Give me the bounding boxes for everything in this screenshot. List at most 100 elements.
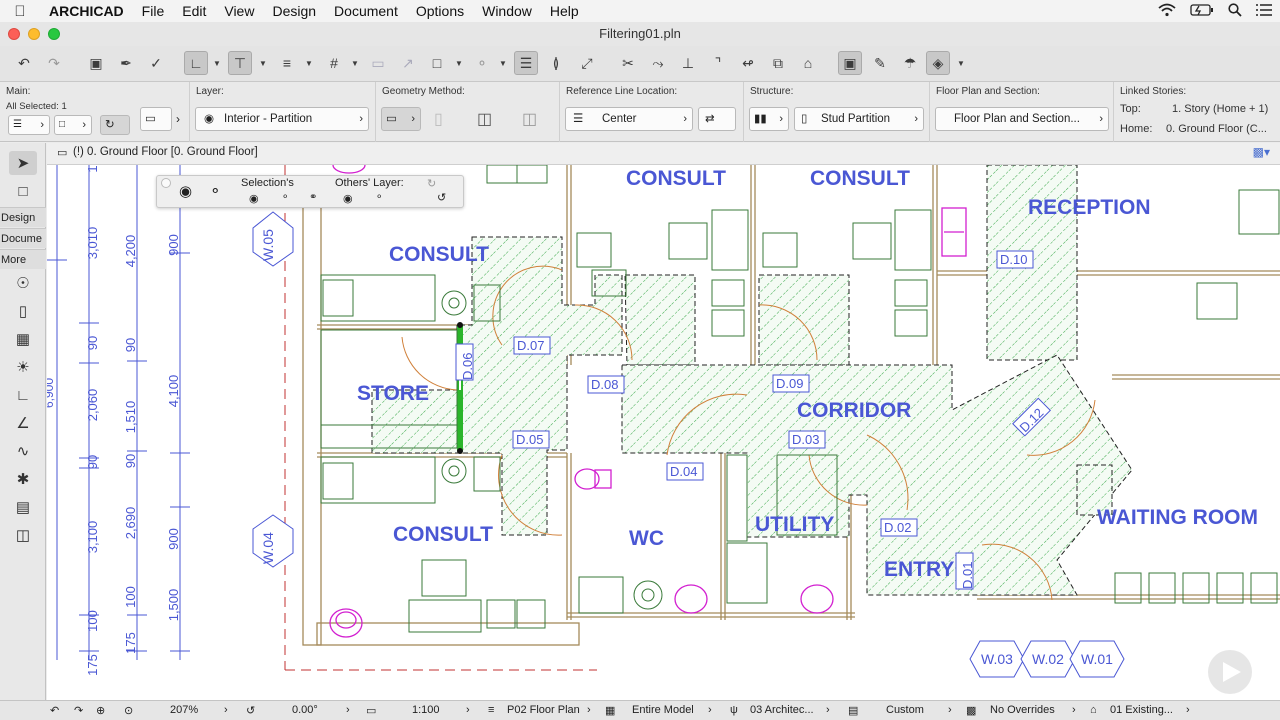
wifi-icon[interactable] xyxy=(1158,3,1176,20)
chevron-right-icon[interactable]: › xyxy=(1186,704,1190,716)
toolbox-group-document[interactable]: Docume xyxy=(0,228,46,248)
guide-lines-icon[interactable]: ∟ xyxy=(184,51,208,75)
view-switcher-icon[interactable]: ▩▾ xyxy=(1253,145,1270,159)
guide-lines-dropdown-icon[interactable]: ▼ xyxy=(212,51,222,75)
chevron-right-icon[interactable]: › xyxy=(948,704,952,716)
chevron-right-icon[interactable]: › xyxy=(708,704,712,716)
window-label-w05[interactable]: W.05 xyxy=(260,229,276,261)
zoom-in-icon[interactable]: ⊕ xyxy=(96,704,105,717)
structure-type-button[interactable]: ▮▮ › xyxy=(749,107,789,131)
gravity-dropdown-icon[interactable]: ▼ xyxy=(304,51,314,75)
pen-set[interactable]: 03 Architec... xyxy=(750,704,814,716)
close-window-button[interactable] xyxy=(8,28,20,40)
door-tag-d08[interactable]: D.08 xyxy=(591,377,618,392)
geometry-box-icon[interactable]: ◫ xyxy=(477,109,492,129)
trace-reference-icon[interactable]: ☰ xyxy=(514,51,538,75)
grid-snap-dropdown-icon[interactable]: ▼ xyxy=(350,51,360,75)
find-select-icon[interactable]: ▣ xyxy=(84,51,108,75)
chevron-right-icon[interactable]: › xyxy=(587,704,591,716)
spotlight-search-icon[interactable] xyxy=(1228,2,1242,20)
scale-value[interactable]: 1:100 xyxy=(412,704,440,716)
door-tag-d03[interactable]: D.03 xyxy=(792,432,819,447)
marquee-tool-icon[interactable]: □ xyxy=(9,179,37,203)
tab-ground-floor[interactable]: (!) 0. Ground Floor [0. Ground Floor] xyxy=(73,146,258,158)
selection-unlock-icon[interactable]: ⚭ xyxy=(309,192,317,203)
selection-lock-icon[interactable]: ⚬ xyxy=(281,192,289,203)
others-lock-icon[interactable]: ⚬ xyxy=(375,192,383,203)
top-story-value[interactable]: 1. Story (Home + 1) xyxy=(1172,103,1268,115)
redo-view-icon[interactable]: ↷ xyxy=(74,704,83,717)
arrow-tool-icon[interactable]: ➤ xyxy=(9,151,37,175)
floor-plan-drawing[interactable]: CONSULT CONSULT CONSULT CONSULT RECEPTION STO… xyxy=(47,165,1280,700)
structure-select[interactable]: ▯ Stud Partition › xyxy=(794,107,924,131)
zoom-window-button[interactable] xyxy=(48,28,60,40)
window-label-w02[interactable]: W.02 xyxy=(1032,651,1064,667)
fpsection-button[interactable]: Floor Plan and Section... › xyxy=(935,107,1109,131)
split-icon[interactable]: ✂ xyxy=(616,51,640,75)
lock-filter-icon[interactable]: ⚬ xyxy=(209,182,222,200)
door-tag-d01[interactable]: D.01 xyxy=(960,562,975,589)
chevron-right-icon[interactable]: › xyxy=(224,704,228,716)
others-hide-icon[interactable]: ◉ xyxy=(343,192,353,205)
menu-options[interactable]: Options xyxy=(407,3,473,19)
hotspot-tool-icon[interactable]: ☉ xyxy=(9,271,37,295)
angle-value[interactable]: 0.00° xyxy=(292,704,318,716)
adjust-icon[interactable]: ⤳ xyxy=(646,51,670,75)
layer-combination[interactable]: P02 Floor Plan xyxy=(507,704,580,716)
undo-view-icon[interactable]: ↶ xyxy=(50,704,59,717)
offset-icon[interactable]: ↫ xyxy=(736,51,760,75)
main-more-chevron-icon[interactable]: › xyxy=(176,112,180,126)
intersect-icon[interactable]: ⊥ xyxy=(676,51,700,75)
hotspot-star-tool-icon[interactable]: ✱ xyxy=(9,467,37,491)
dimension-tool-icon[interactable]: ∟ xyxy=(9,383,37,407)
home-story-value[interactable]: 0. Ground Floor (C... xyxy=(1166,123,1267,135)
teamwork-dropdown-icon[interactable]: ▼ xyxy=(956,51,966,75)
menu-design[interactable]: Design xyxy=(263,3,325,19)
window-label-w01[interactable]: W.01 xyxy=(1081,651,1113,667)
construction-grid-icon[interactable]: ▭ xyxy=(366,51,390,75)
suspend-groups-dropdown-icon[interactable]: ▼ xyxy=(454,51,464,75)
grid-snap-icon[interactable]: # xyxy=(322,51,346,75)
cursor-snap-icon[interactable]: ↗ xyxy=(396,51,420,75)
menu-app[interactable]: ARCHICAD xyxy=(40,3,133,19)
spline-tool-icon[interactable]: ∿ xyxy=(9,439,37,463)
apple-menu-icon[interactable]:  xyxy=(0,3,40,20)
pen-icon[interactable]: ✎ xyxy=(868,51,892,75)
chevron-right-icon[interactable]: › xyxy=(466,704,470,716)
lock-dropdown-icon[interactable]: ▼ xyxy=(498,51,508,75)
zoom-value[interactable]: 207% xyxy=(170,704,198,716)
battery-icon[interactable] xyxy=(1190,3,1214,19)
door-tag-d07[interactable]: D.07 xyxy=(517,338,544,353)
syringe-icon[interactable]: ✓ xyxy=(144,51,168,75)
gravity-icon[interactable]: ≡ xyxy=(275,51,299,75)
image-tool-icon[interactable]: ▤ xyxy=(9,495,37,519)
figure-tool-icon[interactable]: ▯ xyxy=(9,299,37,323)
eye-filter-icon[interactable]: ◉ xyxy=(179,182,192,200)
explode-icon[interactable]: ⧉ xyxy=(766,51,790,75)
measure-icon[interactable]: ≬ xyxy=(544,51,568,75)
geometry-straight-button[interactable]: ▭ › xyxy=(381,107,421,131)
door-tag-d05[interactable]: D.05 xyxy=(516,432,543,447)
window-label-w04[interactable]: W.04 xyxy=(260,532,276,564)
menu-edit[interactable]: Edit xyxy=(173,3,215,19)
geometry-trapezoid-icon[interactable]: ▯ xyxy=(434,109,443,129)
suspend-groups-icon[interactable]: □ xyxy=(425,51,449,75)
chevron-right-icon[interactable]: › xyxy=(826,704,830,716)
wall-shape-icon[interactable]: ▭ xyxy=(140,107,172,131)
render-icon[interactable]: ☂ xyxy=(898,51,922,75)
dimension-standard[interactable]: Custom xyxy=(886,704,924,716)
camera-tool-icon[interactable]: ◫ xyxy=(9,523,37,547)
model-view-option[interactable]: Entire Model xyxy=(632,704,694,716)
snap-guides-icon[interactable]: ⊤ xyxy=(228,51,252,75)
flip-refline-button[interactable]: ⇄ xyxy=(698,107,736,131)
geometry-slanted-icon[interactable]: ◫ xyxy=(522,109,537,129)
undo-icon[interactable]: ↶ xyxy=(12,51,36,75)
lock-icon[interactable]: ⚬ xyxy=(470,51,494,75)
notification-center-icon[interactable] xyxy=(1256,3,1272,19)
zoom-fit-icon[interactable]: ⤢ xyxy=(575,51,599,75)
eyedropper-icon[interactable]: ✒ xyxy=(114,51,138,75)
menu-view[interactable]: View xyxy=(215,3,263,19)
palette-redo-icon[interactable]: ↻ xyxy=(427,177,436,190)
chevron-right-icon[interactable]: › xyxy=(346,704,350,716)
fit-window-icon[interactable]: ⊙ xyxy=(124,704,133,717)
